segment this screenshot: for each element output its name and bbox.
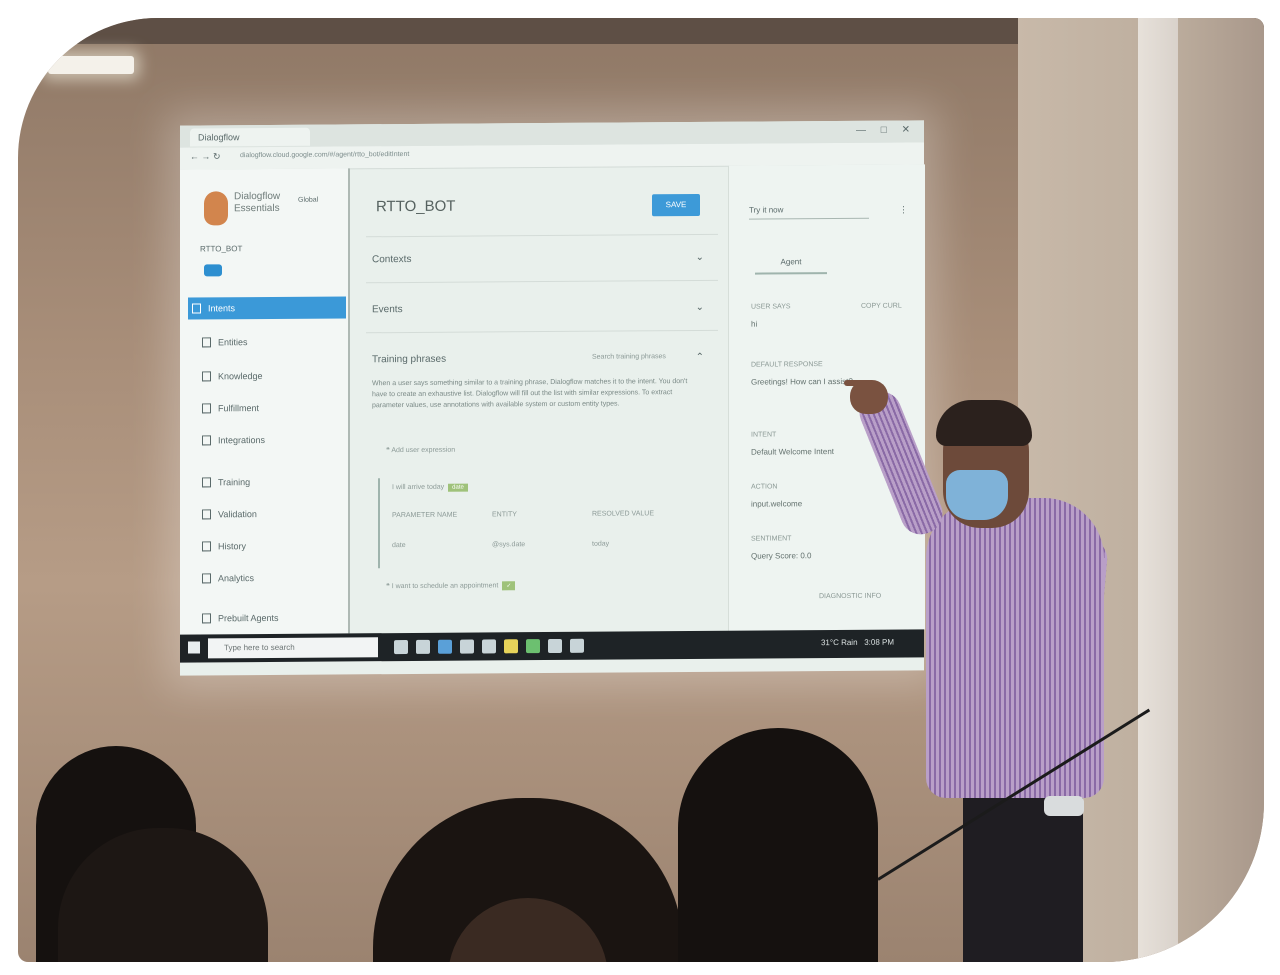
presenter-hair — [936, 400, 1032, 446]
audience-head — [678, 728, 878, 962]
presentation-photo: Dialogflow — □ ✕ ← → ↻ dialogflow.cloud.… — [18, 18, 1264, 962]
presenter-pointing-finger — [844, 380, 874, 386]
wristwatch — [1044, 796, 1084, 816]
presenter — [18, 18, 1264, 962]
photo-frame: Dialogflow — □ ✕ ← → ↻ dialogflow.cloud.… — [0, 0, 1280, 975]
face-mask — [946, 470, 1008, 520]
